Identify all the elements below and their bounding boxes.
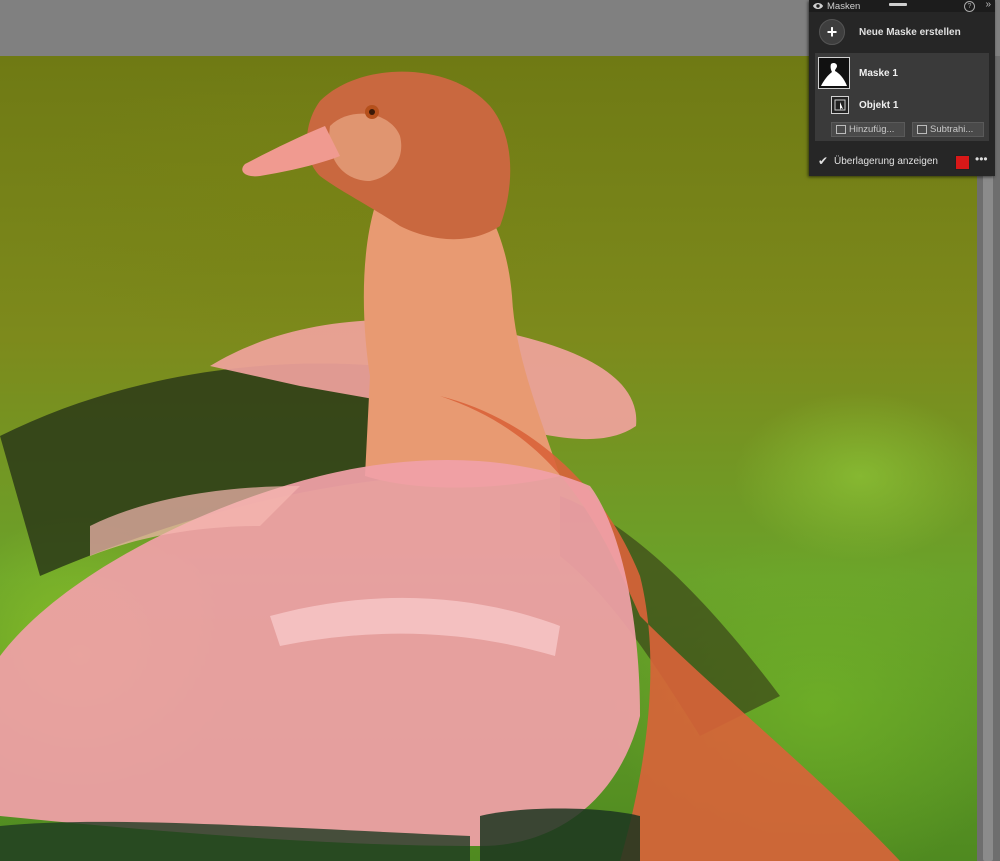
mask-action-row: Hinzufüg... Subtrahi... [815,120,989,138]
object-select-icon[interactable] [831,96,849,114]
overlay-toggle-row[interactable]: ✔ Überlagerung anzeigen ••• [809,150,995,172]
new-mask-button[interactable]: + Neue Maske erstellen [809,12,995,52]
double-chevron-right-icon[interactable]: » [985,0,991,10]
mask-item[interactable]: Maske 1 [815,56,989,90]
new-mask-label: Neue Maske erstellen [859,26,961,38]
mask-thumbnail[interactable] [818,57,850,89]
duck-illustration [0,71,900,861]
more-icon[interactable]: ••• [975,152,988,166]
eye-icon[interactable] [813,2,823,10]
mask-group: Maske 1 Objekt 1 Hinzufüg... Subtrahi... [815,53,989,141]
overlay-label: Überlagerung anzeigen [834,155,938,167]
subtract-button-label: Subtrahi... [930,124,974,135]
photo-duck-with-mask-overlay[interactable] [0,56,977,861]
add-button-label: Hinzufüg... [849,124,895,135]
object-item[interactable]: Objekt 1 [815,93,989,117]
add-icon [836,125,846,134]
drag-handle-icon[interactable] [889,3,907,6]
masks-panel: Masken ? » + Neue Maske erstellen Maske … [809,0,995,176]
panel-title: Masken [827,0,861,12]
vertical-scrollbar[interactable] [977,56,1000,861]
plus-icon[interactable]: + [819,19,845,45]
overlay-color-swatch[interactable] [955,155,970,170]
subtract-button[interactable]: Subtrahi... [912,122,984,137]
help-icon[interactable]: ? [964,1,975,12]
scroll-thumb[interactable] [983,126,993,861]
add-button[interactable]: Hinzufüg... [831,122,905,137]
checkmark-icon[interactable]: ✔ [818,154,830,168]
object-name: Objekt 1 [859,99,899,111]
subtract-icon [917,125,927,134]
dark-bottom-right [480,808,640,861]
mask-name: Maske 1 [859,67,898,79]
panel-header[interactable]: Masken ? » [809,0,995,12]
